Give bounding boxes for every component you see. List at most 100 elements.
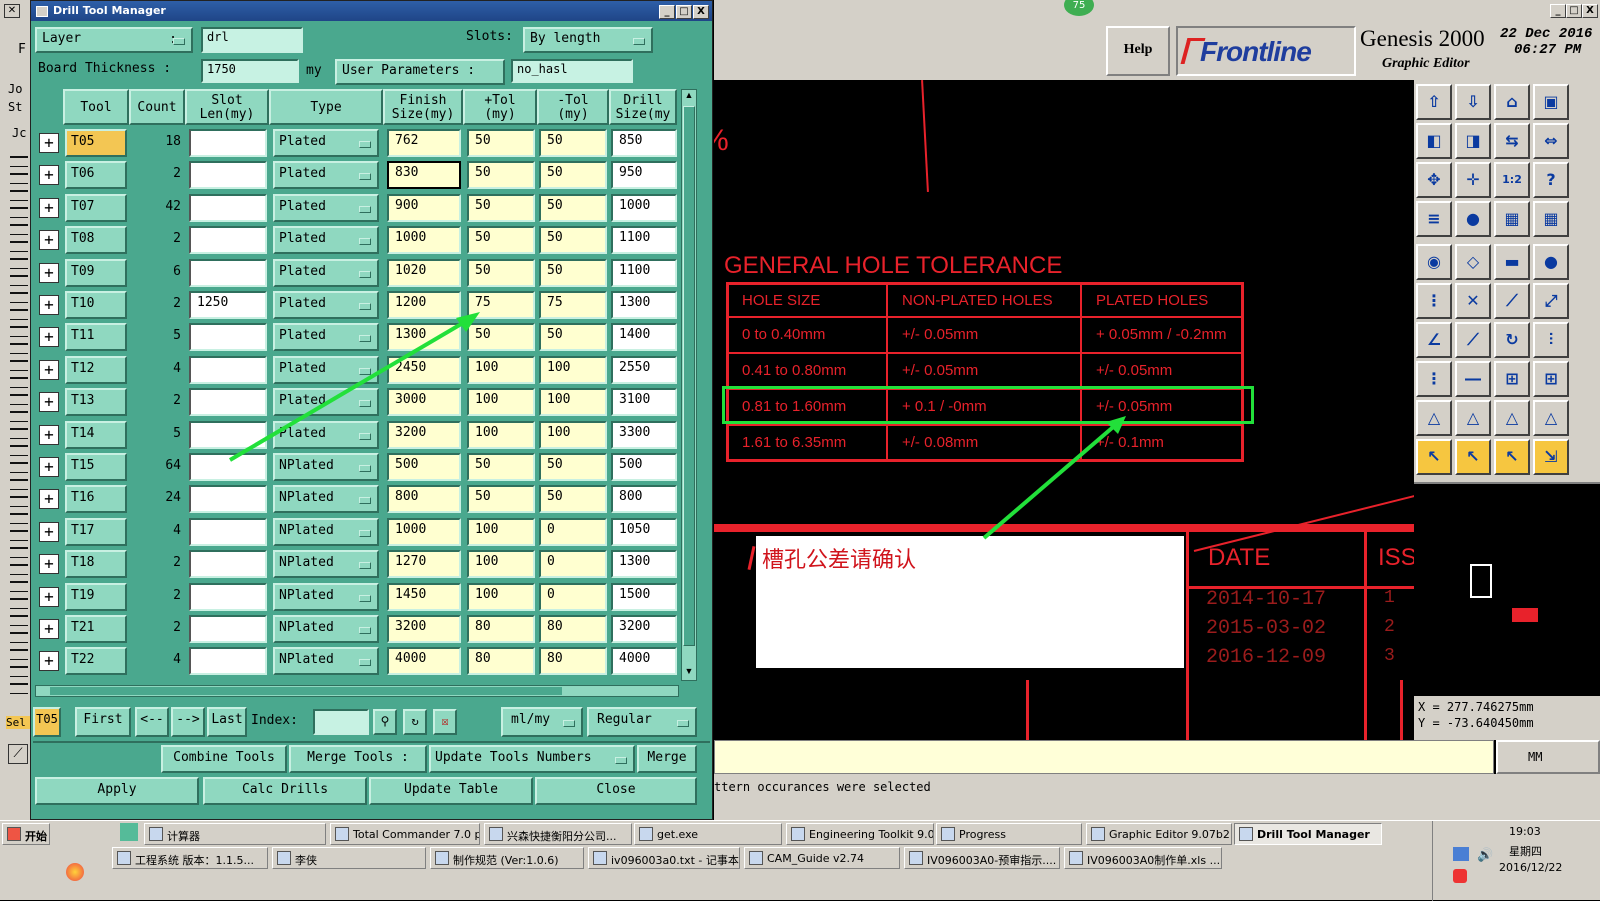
text-icon[interactable]: △ (1494, 400, 1530, 436)
drill-size-input[interactable]: 1400 (611, 323, 677, 351)
index-input[interactable] (313, 709, 369, 735)
update-table-button[interactable]: Update Table (369, 777, 533, 805)
slot-length-input[interactable] (189, 550, 267, 578)
resize-icon[interactable]: ⤢ (1533, 283, 1569, 319)
slot-length-input[interactable] (189, 194, 267, 222)
scroll-thumb[interactable] (683, 106, 695, 646)
taskbar-item[interactable]: 计算器 (144, 823, 326, 845)
slot-length-input[interactable] (189, 421, 267, 449)
minus-tol-input[interactable]: 75 (539, 291, 607, 319)
finish-size-input[interactable]: 1200 (387, 291, 461, 319)
drill-size-input[interactable]: 950 (611, 161, 677, 189)
quicklaunch-icon-2[interactable] (120, 823, 138, 841)
plus-tol-input[interactable]: 100 (467, 388, 535, 416)
tool-count[interactable]: 2 (129, 388, 185, 416)
expand-row-icon[interactable]: + (39, 425, 59, 445)
plus-tol-input[interactable]: 50 (467, 129, 535, 157)
finish-size-input[interactable]: 1020 (387, 259, 461, 287)
drill-size-input[interactable]: 500 (611, 453, 677, 481)
type-select[interactable]: NPlated (273, 518, 379, 546)
minus-tol-input[interactable]: 50 (539, 161, 607, 189)
tool-name[interactable]: T13 (65, 388, 127, 416)
command-line[interactable] (714, 740, 1494, 774)
select-icon[interactable]: ↖ (1416, 439, 1452, 475)
tool-count[interactable]: 5 (129, 323, 185, 351)
plus-tol-input[interactable]: 50 (467, 453, 535, 481)
drill-size-input[interactable]: 2550 (611, 356, 677, 384)
genesis-close-button[interactable]: X (1582, 4, 1598, 18)
taskbar-item[interactable]: CAM_Guide v2.74 (744, 847, 900, 869)
expand-row-icon[interactable]: + (39, 360, 59, 380)
expand-row-icon[interactable]: + (39, 165, 59, 185)
slot-length-input[interactable] (189, 129, 267, 157)
drill-size-input[interactable]: 4000 (611, 647, 677, 675)
tool-name[interactable]: T10 (65, 291, 127, 319)
taskbar-item[interactable]: Graphic Editor 9.07b2 (... (1086, 823, 1232, 845)
finish-size-input[interactable]: 900 (387, 194, 461, 222)
genesis-minimize-button[interactable]: _ (1550, 4, 1566, 18)
tool-count[interactable]: 2 (129, 615, 185, 643)
strip-jo-label[interactable]: Jo (8, 82, 22, 96)
drill-size-input[interactable]: 1100 (611, 259, 677, 287)
finish-size-input[interactable]: 500 (387, 453, 461, 481)
tool-count[interactable]: 24 (129, 485, 185, 513)
slot-length-input[interactable] (189, 161, 267, 189)
pan-right-icon[interactable]: ◨ (1455, 123, 1491, 159)
start-button[interactable]: 开始 (2, 823, 50, 845)
scroll-down-arrow[interactable]: ▼ (682, 666, 696, 680)
tray-antivirus-icon[interactable] (1453, 869, 1467, 883)
drill-size-input[interactable]: 3100 (611, 388, 677, 416)
layer-input[interactable]: drl (201, 27, 303, 53)
slot-length-input[interactable] (189, 615, 267, 643)
pan-left-icon[interactable]: ◧ (1416, 123, 1452, 159)
angle-icon[interactable]: ∠ (1416, 322, 1452, 358)
arc-icon[interactable]: △ (1455, 400, 1491, 436)
tool-name[interactable]: T15 (65, 453, 127, 481)
slot-length-input[interactable] (189, 453, 267, 481)
drill-size-input[interactable]: 3300 (611, 421, 677, 449)
first-button[interactable]: First (75, 707, 131, 737)
combine-tools-button[interactable]: Combine Tools (161, 745, 287, 773)
expand-row-icon[interactable]: + (39, 133, 59, 153)
help-button[interactable]: Help (1106, 26, 1170, 76)
select-all-icon[interactable]: ⇲ (1533, 439, 1569, 475)
fit-icon[interactable]: ⇔ (1533, 123, 1569, 159)
type-select[interactable]: Plated (273, 226, 379, 254)
minus-tol-input[interactable]: 50 (539, 129, 607, 157)
draw-icon[interactable]: ⟋ (1455, 322, 1491, 358)
tool-name[interactable]: T07 (65, 194, 127, 222)
expand-row-icon[interactable]: + (39, 457, 59, 477)
slot-length-input[interactable] (189, 356, 267, 384)
slot-length-input[interactable] (189, 583, 267, 611)
shape-icon[interactable]: ◇ (1455, 244, 1491, 280)
board-thickness-input[interactable]: 1750 (201, 59, 299, 83)
swap-icon[interactable]: ⇆ (1494, 123, 1530, 159)
expand-row-icon[interactable]: + (39, 554, 59, 574)
type-select[interactable]: Plated (273, 161, 379, 189)
clock-time[interactable]: 19:03 (1509, 825, 1541, 838)
slots-select[interactable]: By length (523, 27, 653, 53)
delete-icon[interactable]: ☒ (433, 709, 457, 735)
tool-count[interactable]: 2 (129, 161, 185, 189)
drill-size-input[interactable]: 850 (611, 129, 677, 157)
expand-row-icon[interactable]: + (39, 263, 59, 283)
plus-tol-input[interactable]: 50 (467, 161, 535, 189)
type-select[interactable]: NPlated (273, 550, 379, 578)
plus-tol-input[interactable]: 100 (467, 583, 535, 611)
move-up-icon[interactable]: ⇧ (1416, 84, 1452, 120)
minus-tol-input[interactable]: 50 (539, 226, 607, 254)
tool-name[interactable]: T12 (65, 356, 127, 384)
slot-length-input[interactable]: 1250 (189, 291, 267, 319)
finish-size-input[interactable]: 3000 (387, 388, 461, 416)
hscroll-thumb[interactable] (50, 687, 562, 695)
refresh-icon[interactable]: ↻ (403, 709, 427, 735)
close-window-button[interactable]: X (693, 5, 709, 19)
tool-name[interactable]: T18 (65, 550, 127, 578)
tool-name[interactable]: T21 (65, 615, 127, 643)
calc-drills-button[interactable]: Calc Drills (203, 777, 367, 805)
type-select[interactable]: Plated (273, 291, 379, 319)
plus-tol-input[interactable]: 50 (467, 194, 535, 222)
type-select[interactable]: Plated (273, 259, 379, 287)
type-select[interactable]: NPlated (273, 583, 379, 611)
expand-row-icon[interactable]: + (39, 392, 59, 412)
